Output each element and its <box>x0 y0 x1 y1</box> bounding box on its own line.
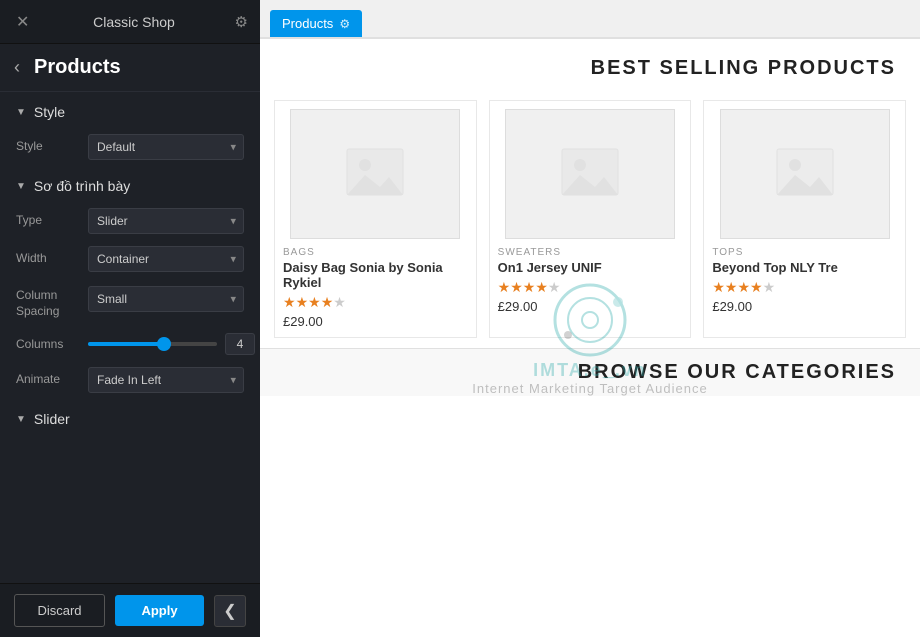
back-arrow-icon[interactable]: ‹ <box>14 57 20 78</box>
layout-section-header[interactable]: ▼ Sơ đồ trình bày <box>0 166 260 202</box>
toggle-panel-button[interactable]: ❮ <box>214 595 246 627</box>
column-spacing-row: Column Spacing Small <box>0 278 260 327</box>
style-label: Style <box>16 139 88 155</box>
column-spacing-select[interactable]: Small <box>88 286 244 312</box>
width-row: Width Container <box>0 240 260 278</box>
columns-slider-container: 4 <box>88 333 255 355</box>
width-select-wrapper: Container <box>88 246 244 272</box>
product-2-price: £29.00 <box>498 299 538 314</box>
animate-label: Animate <box>16 372 88 388</box>
product-3-stars: ★ ★ ★ ★ ★ <box>712 279 775 296</box>
product-image-3 <box>720 109 890 239</box>
product-image-1 <box>290 109 460 239</box>
style-arrow-icon: ▼ <box>16 107 26 118</box>
left-panel: ✕ Classic Shop ⚙ ‹ Products ▼ Style Styl… <box>0 0 260 637</box>
placeholder-image-icon <box>775 147 835 202</box>
layout-section-label: Sơ đồ trình bày <box>34 178 130 194</box>
width-select[interactable]: Container <box>88 246 244 272</box>
product-1-price: £29.00 <box>283 314 323 329</box>
product-1-name: Daisy Bag Sonia by Sonia Rykiel <box>283 260 468 290</box>
tab-bar: Products ⚙ <box>260 0 920 39</box>
close-button[interactable]: ✕ <box>12 8 33 36</box>
animate-select[interactable]: Fade In Left <box>88 367 244 393</box>
product-1-category: BAGS <box>283 247 315 258</box>
product-image-2 <box>505 109 675 239</box>
panel-back-row: ‹ Products <box>0 44 260 92</box>
tab-label: Products <box>282 16 333 31</box>
column-spacing-select-wrapper: Small <box>88 286 244 312</box>
tab-gear-icon[interactable]: ⚙ <box>339 17 350 31</box>
type-label: Type <box>16 213 88 229</box>
panel-content: ▼ Style Style Default ▼ Sơ đồ trình bày … <box>0 92 260 583</box>
product-card: TOPS Beyond Top NLY Tre ★ ★ ★ ★ ★ £29.00 <box>703 100 906 338</box>
product-2-stars: ★ ★ ★ ★ ★ <box>498 279 561 296</box>
type-row: Type Slider <box>0 202 260 240</box>
best-selling-header: BEST SELLING PRODUCTS <box>260 39 920 90</box>
product-card: BAGS Daisy Bag Sonia by Sonia Rykiel ★ ★… <box>274 100 477 338</box>
panel-header: ✕ Classic Shop ⚙ <box>0 0 260 44</box>
type-select[interactable]: Slider <box>88 208 244 234</box>
products-row: BAGS Daisy Bag Sonia by Sonia Rykiel ★ ★… <box>260 90 920 348</box>
style-section-header[interactable]: ▼ Style <box>0 92 260 128</box>
product-3-price: £29.00 <box>712 299 752 314</box>
browse-categories-header: BROWSE OUR CATEGORIES <box>260 348 920 396</box>
header-gear-button[interactable]: ⚙ <box>235 13 248 31</box>
apply-button[interactable]: Apply <box>115 595 204 626</box>
product-2-category: SWEATERS <box>498 247 561 258</box>
product-1-stars: ★ ★ ★ ★ ★ <box>283 294 346 311</box>
panel-header-title: Classic Shop <box>93 14 175 30</box>
style-row: Style Default <box>0 128 260 166</box>
column-spacing-label: Column Spacing <box>16 286 88 319</box>
discard-button[interactable]: Discard <box>14 594 105 627</box>
placeholder-image-icon <box>345 147 405 202</box>
slider-section-header[interactable]: ▼ Slider <box>0 399 260 435</box>
animate-row: Animate Fade In Left <box>0 361 260 399</box>
style-select[interactable]: Default <box>88 134 244 160</box>
layout-arrow-icon: ▼ <box>16 181 26 192</box>
slider-section-label: Slider <box>34 411 70 427</box>
product-3-category: TOPS <box>712 247 743 258</box>
content-area: IMTA.e_.vn Internet Marketing Target Aud… <box>260 39 920 637</box>
columns-slider[interactable] <box>88 342 217 346</box>
animate-select-wrapper: Fade In Left <box>88 367 244 393</box>
slider-arrow-icon: ▼ <box>16 414 26 425</box>
placeholder-image-icon <box>560 147 620 202</box>
style-section-label: Style <box>34 104 65 120</box>
columns-label: Columns <box>16 337 88 351</box>
product-card: SWEATERS On1 Jersey UNIF ★ ★ ★ ★ ★ £29.0… <box>489 100 692 338</box>
style-select-wrapper: Default <box>88 134 244 160</box>
columns-row: Columns 4 <box>0 327 260 361</box>
product-2-name: On1 Jersey UNIF <box>498 260 602 275</box>
columns-value: 4 <box>225 333 255 355</box>
width-label: Width <box>16 251 88 267</box>
type-select-wrapper: Slider <box>88 208 244 234</box>
panel-section-title: Products <box>34 56 121 79</box>
products-tab[interactable]: Products ⚙ <box>270 10 362 37</box>
right-panel: Products ⚙ IMTA.e_.vn Internet Marketing <box>260 0 920 637</box>
product-3-name: Beyond Top NLY Tre <box>712 260 837 275</box>
panel-bottom: Discard Apply ❮ <box>0 583 260 637</box>
